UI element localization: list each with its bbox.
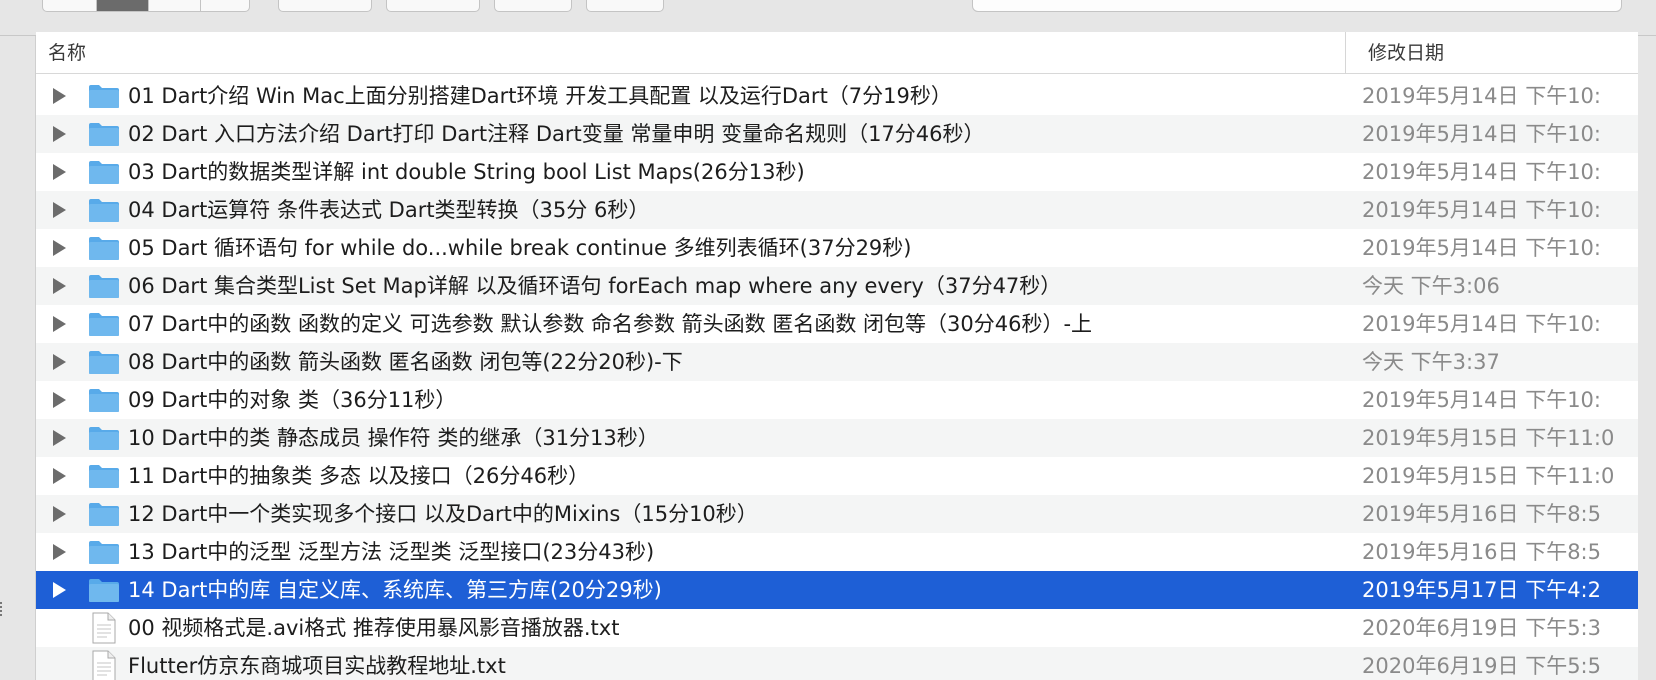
- item-date-modified: 2019年5月14日 下午10:: [1362, 388, 1601, 412]
- item-date-modified: 2019年5月17日 下午4:2: [1362, 578, 1601, 602]
- text-file-icon: [92, 612, 116, 644]
- folder-row[interactable]: 07 Dart中的函数 函数的定义 可选参数 默认参数 命名参数 箭头函数 匿名…: [36, 305, 1638, 343]
- item-date-modified: 2019年5月15日 下午11:0: [1362, 426, 1615, 450]
- item-date-modified: 2019年5月14日 下午10:: [1362, 84, 1601, 108]
- item-date-modified: 2020年6月19日 下午5:5: [1362, 654, 1601, 678]
- file-row[interactable]: 00 视频格式是.avi格式 推荐使用暴风影音播放器.txt 2020年6月19日…: [36, 609, 1638, 647]
- folder-row[interactable]: 10 Dart中的类 静态成员 操作符 类的继承（31分13秒） 2019年5月1…: [36, 419, 1638, 457]
- disclosure-triangle-icon[interactable]: [53, 468, 66, 484]
- item-name: 00 视频格式是.avi格式 推荐使用暴风影音播放器.txt: [128, 616, 620, 640]
- disclosure-triangle-icon[interactable]: [53, 278, 66, 294]
- item-date-modified: 2019年5月16日 下午8:5: [1362, 502, 1601, 526]
- item-name: 03 Dart的数据类型详解 int double String bool Li…: [128, 160, 805, 184]
- item-name: 01 Dart介绍 Win Mac上面分别搭建Dart环境 开发工具配置 以及运…: [128, 84, 952, 108]
- disclosure-triangle-icon[interactable]: [53, 392, 66, 408]
- folder-row[interactable]: 01 Dart介绍 Win Mac上面分别搭建Dart环境 开发工具配置 以及运…: [36, 77, 1638, 115]
- item-name: 05 Dart 循环语句 for while do...while break …: [128, 236, 912, 260]
- folder-icon: [89, 465, 119, 488]
- item-name: 11 Dart中的抽象类 多态 以及接口（26分46秒）: [128, 464, 590, 488]
- date-modified-column-header[interactable]: 修改日期: [1368, 32, 1444, 74]
- column-divider[interactable]: [1345, 32, 1346, 74]
- item-date-modified: 2019年5月14日 下午10:: [1362, 198, 1601, 222]
- disclosure-triangle-icon[interactable]: [53, 316, 66, 332]
- folder-row[interactable]: 11 Dart中的抽象类 多态 以及接口（26分46秒） 2019年5月15日 下…: [36, 457, 1638, 495]
- folder-icon: [89, 351, 119, 374]
- folder-row[interactable]: 08 Dart中的函数 箭头函数 匿名函数 闭包等(22分20秒)-下 今天 下午…: [36, 343, 1638, 381]
- folder-icon: [89, 313, 119, 336]
- item-date-modified: 2019年5月14日 下午10:: [1362, 122, 1601, 146]
- folder-icon: [89, 237, 119, 260]
- disclosure-triangle-icon[interactable]: [53, 506, 66, 522]
- item-name: 06 Dart 集合类型List Set Map详解 以及循环语句 forEac…: [128, 274, 1062, 298]
- folder-icon: [89, 579, 119, 602]
- item-date-modified: 2019年5月14日 下午10:: [1362, 160, 1601, 184]
- item-name: 02 Dart 入口方法介绍 Dart打印 Dart注释 Dart变量 常量申明…: [128, 122, 985, 146]
- folder-icon: [89, 275, 119, 298]
- view-mode-segmented-control: [42, 0, 250, 12]
- group-button[interactable]: [278, 0, 372, 12]
- folder-icon: [89, 389, 119, 412]
- folder-icon: [89, 85, 119, 108]
- folder-icon: [89, 123, 119, 146]
- item-name: 10 Dart中的类 静态成员 操作符 类的继承（31分13秒）: [128, 426, 659, 450]
- icon-view-button[interactable]: [43, 0, 97, 11]
- folder-row[interactable]: 03 Dart的数据类型详解 int double String bool Li…: [36, 153, 1638, 191]
- item-date-modified: 2020年6月19日 下午5:3: [1362, 616, 1601, 640]
- disclosure-triangle-icon[interactable]: [53, 88, 66, 104]
- list-view-button[interactable]: [97, 0, 149, 11]
- action-button[interactable]: [386, 0, 480, 12]
- disclosure-triangle-icon[interactable]: [53, 430, 66, 446]
- share-button[interactable]: [494, 0, 572, 12]
- disclosure-triangle-icon[interactable]: [53, 126, 66, 142]
- file-list: 01 Dart介绍 Win Mac上面分别搭建Dart环境 开发工具配置 以及运…: [36, 77, 1638, 680]
- item-date-modified: 2019年5月15日 下午11:0: [1362, 464, 1615, 488]
- file-row[interactable]: Flutter仿京东商城项目实战教程地址.txt 2020年6月19日 下午5:5: [36, 647, 1638, 680]
- tags-button[interactable]: [586, 0, 664, 12]
- item-date-modified: 2019年5月16日 下午8:5: [1362, 540, 1601, 564]
- item-name: 08 Dart中的函数 箭头函数 匿名函数 闭包等(22分20秒)-下: [128, 350, 683, 374]
- folder-row[interactable]: 06 Dart 集合类型List Set Map详解 以及循环语句 forEac…: [36, 267, 1638, 305]
- disclosure-triangle-icon[interactable]: [53, 240, 66, 256]
- item-name: 07 Dart中的函数 函数的定义 可选参数 默认参数 命名参数 箭头函数 匿名…: [128, 312, 1093, 336]
- sidebar: [0, 36, 36, 680]
- item-name: 04 Dart运算符 条件表达式 Dart类型转换（35分 6秒）: [128, 198, 650, 222]
- item-date-modified: 2019年5月14日 下午10:: [1362, 236, 1601, 260]
- folder-row[interactable]: 02 Dart 入口方法介绍 Dart打印 Dart注释 Dart变量 常量申明…: [36, 115, 1638, 153]
- window-edge: [1638, 36, 1656, 680]
- name-column-header[interactable]: 名称: [48, 32, 86, 74]
- column-view-button[interactable]: [149, 0, 201, 11]
- folder-icon: [89, 541, 119, 564]
- folder-row[interactable]: 05 Dart 循环语句 for while do...while break …: [36, 229, 1638, 267]
- disclosure-triangle-icon[interactable]: [53, 582, 66, 598]
- disclosure-triangle-icon[interactable]: [53, 202, 66, 218]
- folder-row[interactable]: 13 Dart中的泛型 泛型方法 泛型类 泛型接口(23分43秒) 2019年5月…: [36, 533, 1638, 571]
- folder-icon: [89, 199, 119, 222]
- folder-icon: [89, 503, 119, 526]
- folder-row[interactable]: 12 Dart中一个类实现多个接口 以及Dart中的Mixins（15分10秒）…: [36, 495, 1638, 533]
- item-date-modified: 今天 下午3:37: [1362, 350, 1500, 374]
- disclosure-triangle-icon[interactable]: [53, 354, 66, 370]
- item-name: 09 Dart中的对象 类（36分11秒）: [128, 388, 457, 412]
- disclosure-triangle-icon[interactable]: [53, 544, 66, 560]
- item-date-modified: 今天 下午3:06: [1362, 274, 1500, 298]
- text-file-icon: [92, 650, 116, 680]
- sidebar-resize-handle[interactable]: [0, 602, 4, 616]
- folder-row[interactable]: 09 Dart中的对象 类（36分11秒） 2019年5月14日 下午10:: [36, 381, 1638, 419]
- folder-row[interactable]: 04 Dart运算符 条件表达式 Dart类型转换（35分 6秒） 2019年5月…: [36, 191, 1638, 229]
- disclosure-triangle-icon[interactable]: [53, 164, 66, 180]
- toolbar: [0, 0, 1656, 36]
- item-name: Flutter仿京东商城项目实战教程地址.txt: [128, 654, 506, 678]
- gallery-view-button[interactable]: [201, 0, 251, 11]
- item-name: 13 Dart中的泛型 泛型方法 泛型类 泛型接口(23分43秒): [128, 540, 655, 564]
- item-name: 14 Dart中的库 自定义库、系统库、第三方库(20分29秒): [128, 578, 662, 602]
- folder-icon: [89, 161, 119, 184]
- folder-row[interactable]: 14 Dart中的库 自定义库、系统库、第三方库(20分29秒) 2019年5月1…: [36, 571, 1638, 609]
- folder-icon: [89, 427, 119, 450]
- item-date-modified: 2019年5月14日 下午10:: [1362, 312, 1601, 336]
- list-header: 名称 修改日期: [36, 32, 1638, 74]
- item-name: 12 Dart中一个类实现多个接口 以及Dart中的Mixins（15分10秒）: [128, 502, 758, 526]
- search-input[interactable]: [972, 0, 1622, 12]
